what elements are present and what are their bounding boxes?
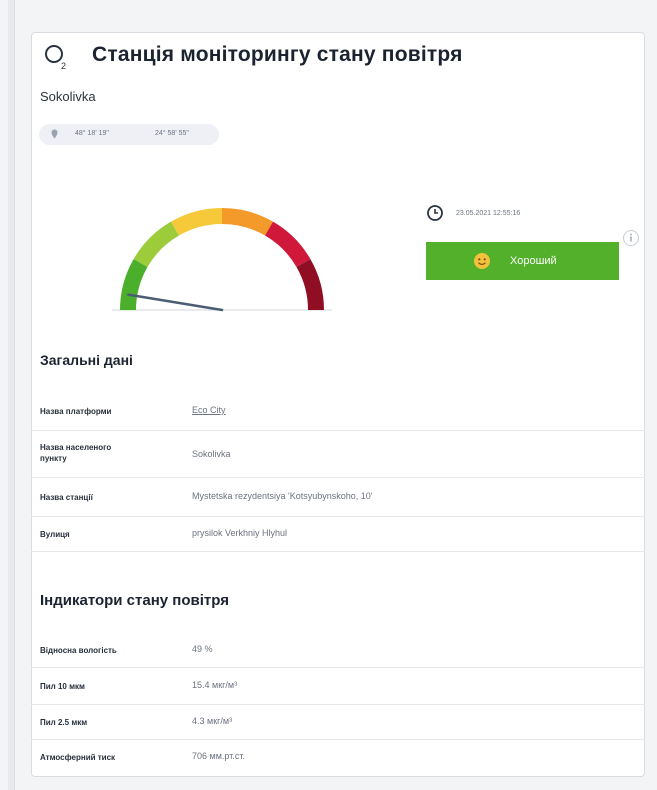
- table-row: Назва населеного пункту Sokolivka: [31, 431, 645, 478]
- smiley-face-icon: [474, 253, 490, 269]
- row-label: Назва населеного пункту: [40, 443, 112, 463]
- left-panel-edge: [8, 0, 15, 790]
- row-value: 706 мм.рт.ст.: [192, 751, 245, 761]
- gauge-segment: [296, 259, 324, 311]
- row-value: Mystetska rezydentsiya 'Kotsyubynskoho, …: [192, 491, 373, 501]
- table-row: Пил 10 мкм 15.4 мкг/м³: [31, 668, 645, 705]
- location-pin-icon: [51, 129, 58, 139]
- gauge-arc: [120, 208, 324, 311]
- status-label: Хороший: [510, 255, 557, 267]
- page-title: Станція моніторингу стану повітря: [92, 43, 463, 66]
- longitude-value: 24° 58' 55": [155, 130, 189, 137]
- row-label: Пил 10 мкм: [40, 682, 85, 691]
- coordinates-badge: 48° 18' 19" 24° 58' 55": [39, 124, 219, 145]
- row-value: 4.3 мкг/м³: [192, 716, 233, 726]
- row-value: prysilok Verkhniy Hlyhul: [192, 528, 288, 538]
- info-icon[interactable]: [622, 229, 640, 247]
- o2-logo-icon: 2: [45, 45, 66, 71]
- row-value: 15.4 мкг/м³: [192, 680, 238, 690]
- location-name: Sokolivka: [40, 89, 96, 104]
- row-label: Атмосферний тиск: [40, 753, 116, 762]
- row-label: Вулиця: [40, 530, 70, 539]
- row-value: Sokolivka: [192, 449, 231, 459]
- row-value: 49 %: [192, 644, 213, 654]
- clock-icon: [427, 205, 443, 221]
- row-label: Назва платформи: [40, 407, 112, 416]
- measurement-time: 23.05.2021 12:55:16: [456, 210, 521, 217]
- general-data-heading: Загальні дані: [40, 352, 133, 368]
- table-row: Пил 2.5 мкм 4.3 мкг/м³: [31, 705, 645, 740]
- row-label: Відносна вологість: [40, 646, 117, 655]
- air-quality-gauge: [112, 208, 332, 312]
- gauge-segment: [120, 259, 148, 311]
- table-row: Назва станції Mystetska rezydentsiya 'Ko…: [31, 478, 645, 517]
- table-row: Вулиця prysilok Verkhniy Hlyhul: [31, 517, 645, 552]
- air-indicators-heading: Індикатори стану повітря: [40, 592, 229, 609]
- row-label: Назва станції: [40, 493, 93, 502]
- gauge-segment: [171, 208, 223, 236]
- table-row: Атмосферний тиск 706 мм.рт.ст.: [31, 740, 645, 774]
- gauge-needle: [127, 293, 224, 312]
- row-label: Пил 2.5 мкм: [40, 718, 88, 727]
- svg-text:2: 2: [61, 61, 66, 71]
- table-row: Відносна вологість 49 %: [31, 633, 645, 668]
- table-row: Назва платформи Eco City: [31, 392, 645, 431]
- gauge-segment: [264, 221, 311, 268]
- gauge-segment: [133, 221, 180, 268]
- latitude-value: 48° 18' 19": [75, 130, 109, 137]
- platform-link[interactable]: Eco City: [192, 405, 226, 415]
- air-quality-status-button[interactable]: Хороший: [426, 242, 619, 280]
- gauge-segment: [221, 208, 273, 236]
